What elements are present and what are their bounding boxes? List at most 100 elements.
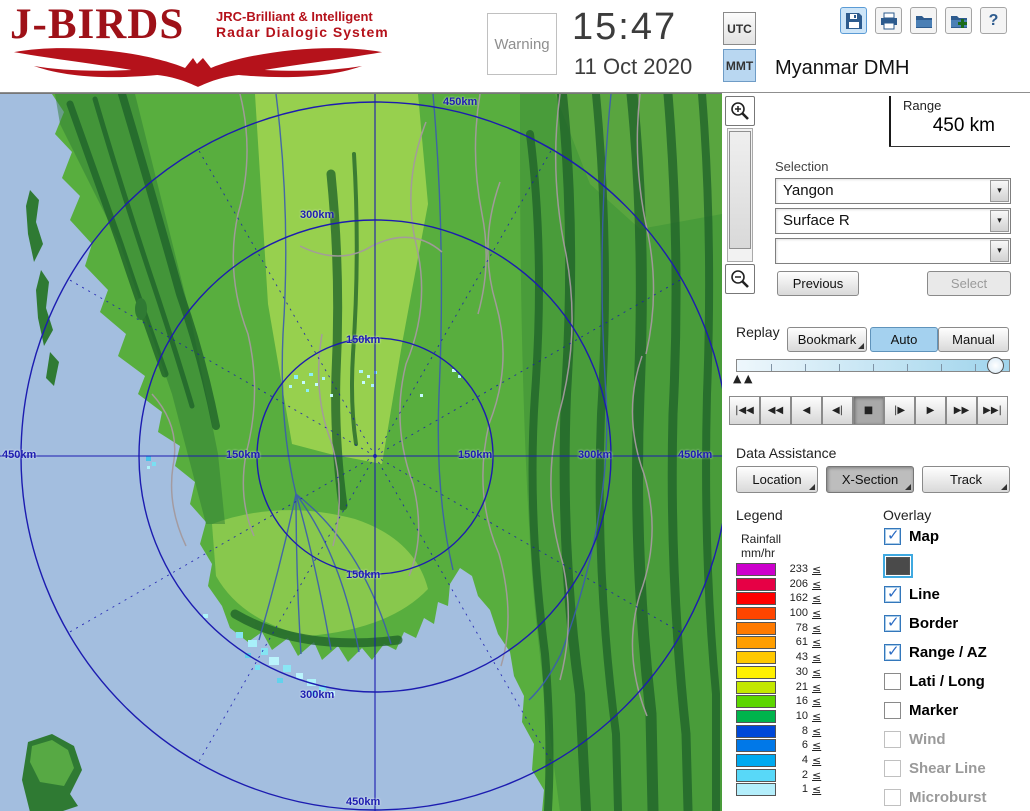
fast-forward-button[interactable]: ▶▶: [946, 396, 977, 425]
site-dropdown[interactable]: Yangon ▾: [775, 178, 1011, 204]
legend-color-swatch: [736, 710, 776, 723]
play-reverse-button[interactable]: ◀: [791, 396, 822, 425]
marker-checkbox[interactable]: [884, 702, 901, 719]
chevron-down-icon[interactable]: ▾: [990, 180, 1009, 202]
legend-color-swatch: [736, 651, 776, 664]
warning-button[interactable]: Warning: [487, 13, 557, 75]
mmt-button[interactable]: MMT: [723, 49, 756, 82]
overlay-label: Overlay: [883, 507, 931, 523]
legend-color-swatch: [736, 695, 776, 708]
logo-title: J-BIRDS: [10, 0, 184, 49]
legend-color-swatch: [736, 783, 776, 796]
range-label: Range: [903, 98, 941, 113]
line-checkbox[interactable]: ✓: [884, 586, 901, 603]
legend-color-swatch: [736, 666, 776, 679]
option-dropdown[interactable]: ▾: [775, 238, 1011, 264]
station-name: Myanmar DMH: [775, 57, 909, 80]
zoom-slider-thumb[interactable]: [729, 131, 751, 249]
timeline-start-marker-icon: ▲: [733, 372, 741, 385]
zoom-slider[interactable]: [727, 128, 753, 262]
radar-map-display[interactable]: 450km 300km 150km 450km 150km 150km 300k…: [0, 93, 722, 811]
ring-label: 300km: [578, 449, 612, 461]
ring-label: 450km: [346, 796, 380, 808]
legend-color-swatch: [736, 592, 776, 605]
bookmark-button[interactable]: Bookmark: [787, 327, 867, 352]
zoom-in-button[interactable]: [725, 96, 755, 126]
utc-button[interactable]: UTC: [723, 12, 756, 45]
zoom-in-icon: [729, 100, 751, 122]
auto-mode-button[interactable]: Auto: [870, 327, 938, 352]
tagline-line2: Radar Dialogic System: [216, 24, 389, 40]
ring-label: 150km: [346, 569, 380, 581]
border-checkbox[interactable]: ✓: [884, 615, 901, 632]
product-dropdown-value: Surface R: [783, 209, 850, 233]
legend-unit-line1: Rainfall: [741, 532, 781, 546]
clock-time: 15:47: [572, 6, 677, 49]
timeline-marker-icon: ▲: [744, 372, 752, 385]
j-birds-app: J-BIRDS JRC-Brilliant & Intelligent Rada…: [0, 0, 1030, 811]
replay-label: Replay: [736, 324, 780, 340]
replay-slider-thumb[interactable]: [987, 357, 1004, 374]
clock-date: 11 Oct 2020: [574, 54, 692, 80]
product-dropdown[interactable]: Surface R ▾: [775, 208, 1011, 234]
site-dropdown-value: Yangon: [783, 179, 834, 203]
export-button[interactable]: [945, 7, 972, 34]
location-button[interactable]: Location: [736, 466, 818, 493]
play-button[interactable]: ▶: [915, 396, 946, 425]
lati-long-checkbox[interactable]: [884, 673, 901, 690]
legend-color-swatch: [736, 754, 776, 767]
ring-label: 450km: [2, 449, 36, 461]
skip-to-start-button[interactable]: |◀◀: [729, 396, 760, 425]
range-az-checkbox[interactable]: ✓: [884, 644, 901, 661]
logo-tagline: JRC-Brilliant & Intelligent Radar Dialog…: [216, 9, 389, 40]
data-assistance-label: Data Assistance: [736, 445, 836, 461]
legend-label: Legend: [736, 507, 783, 523]
zoom-out-button[interactable]: [725, 264, 755, 294]
select-button: Select: [927, 271, 1011, 296]
step-forward-button[interactable]: |▶: [884, 396, 915, 425]
legend-color-swatch: [736, 563, 776, 576]
replay-timeline-slider[interactable]: [736, 359, 1010, 372]
save-icon: [844, 11, 864, 31]
legend-color-swatch: [736, 739, 776, 752]
ring-label: 150km: [346, 334, 380, 346]
print-button[interactable]: [875, 7, 902, 34]
eagle-logo-icon: [8, 44, 386, 88]
skip-to-end-button[interactable]: ▶▶|: [977, 396, 1008, 425]
save-button[interactable]: [840, 7, 867, 34]
zoom-out-icon: [729, 268, 751, 290]
ring-label: 450km: [443, 96, 477, 108]
ring-label: 150km: [226, 449, 260, 461]
fast-rewind-button[interactable]: ◀◀: [760, 396, 791, 425]
manual-mode-button[interactable]: Manual: [938, 327, 1009, 352]
legend-color-swatch: [736, 578, 776, 591]
help-icon: ?: [989, 12, 999, 30]
range-value: 450 km: [889, 115, 1007, 137]
ring-label: 450km: [678, 449, 712, 461]
print-icon: [879, 11, 899, 31]
step-back-button[interactable]: ◀|: [822, 396, 853, 425]
selection-label: Selection: [775, 159, 828, 174]
map-style-gray-swatch[interactable]: [886, 557, 910, 575]
legend-color-swatch: [736, 622, 776, 635]
divider: [889, 146, 1010, 147]
stop-button[interactable]: ■: [853, 396, 884, 425]
x-section-button[interactable]: X-Section: [826, 466, 914, 493]
map-style-swatches: [886, 557, 1012, 577]
export-icon: [949, 11, 969, 31]
ring-label: 300km: [300, 689, 334, 701]
legend-color-swatch: [736, 607, 776, 620]
ring-label: 150km: [458, 449, 492, 461]
previous-button[interactable]: Previous: [777, 271, 859, 296]
shear-line-checkbox: [884, 760, 901, 777]
map-checkbox[interactable]: ✓: [884, 528, 901, 545]
microburst-checkbox: [884, 789, 901, 806]
chevron-down-icon[interactable]: ▾: [990, 240, 1009, 262]
legend-color-swatch: [736, 636, 776, 649]
chevron-down-icon[interactable]: ▾: [990, 210, 1009, 232]
open-folder-button[interactable]: [910, 7, 937, 34]
open-folder-icon: [914, 11, 934, 31]
help-button[interactable]: ?: [980, 7, 1007, 34]
legend-color-swatch: [736, 769, 776, 782]
track-button[interactable]: Track: [922, 466, 1010, 493]
